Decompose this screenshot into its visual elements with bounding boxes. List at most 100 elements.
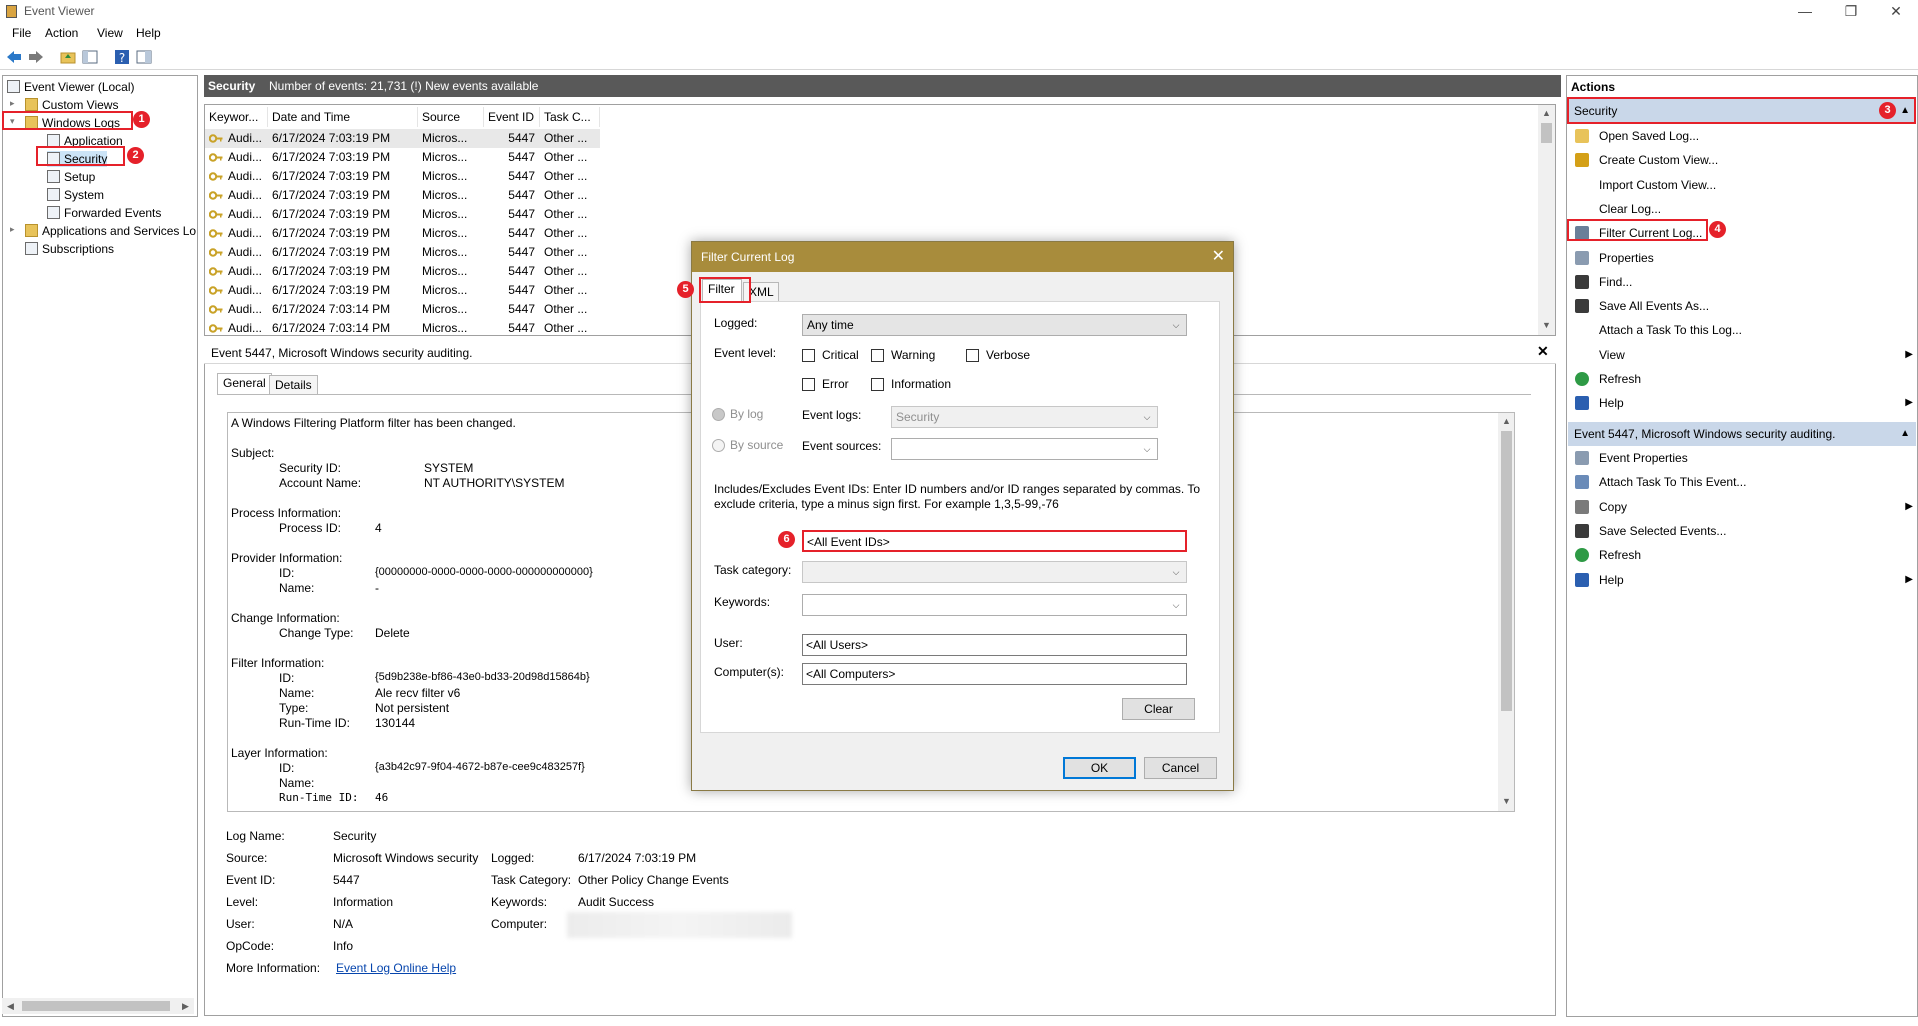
column-source[interactable]: Source: [418, 107, 484, 127]
error-checkbox[interactable]: [802, 378, 815, 391]
table-row[interactable]: Audi... 6/17/2024 7:03:19 PM Micros... 5447…: [205, 243, 600, 262]
cell-keywords: Audi...: [228, 207, 263, 221]
dialog-close-icon[interactable]: ✕: [1212, 242, 1225, 272]
cancel-button[interactable]: Cancel: [1144, 757, 1217, 779]
grid-vertical-scrollbar[interactable]: ▲ ▼: [1538, 105, 1555, 335]
cell-keywords: Audi...: [228, 264, 263, 278]
table-row[interactable]: Audi... 6/17/2024 7:03:19 PM Micros... 5447…: [205, 148, 600, 167]
table-row[interactable]: Audi... 6/17/2024 7:03:19 PM Micros... 5447…: [205, 167, 600, 186]
column-event-id[interactable]: Event ID: [484, 107, 540, 127]
forward-arrow-icon[interactable]: [28, 49, 44, 65]
critical-checkbox[interactable]: [802, 349, 815, 362]
tree-horizontal-scrollbar[interactable]: ◀ ▶: [2, 998, 194, 1014]
table-row[interactable]: Audi... 6/17/2024 7:03:14 PM Micros... 5447…: [205, 319, 600, 335]
tree-subscriptions[interactable]: Subscriptions: [25, 241, 114, 257]
clear-button[interactable]: Clear: [1122, 698, 1195, 720]
computers-input[interactable]: <All Computers>: [802, 663, 1187, 685]
action-open-saved-log[interactable]: Open Saved Log...: [1567, 126, 1917, 146]
action-import-custom-view[interactable]: Import Custom View...: [1567, 175, 1917, 195]
event-sources-dropdown[interactable]: ⌵: [891, 438, 1158, 460]
table-row[interactable]: Audi... 6/17/2024 7:03:19 PM Micros... 5447…: [205, 224, 600, 243]
action-event-properties[interactable]: Event Properties: [1567, 448, 1917, 468]
menu-action[interactable]: Action: [45, 26, 78, 40]
verbose-checkbox[interactable]: [966, 349, 979, 362]
menu-view[interactable]: View: [97, 26, 123, 40]
cell-date-time: 6/17/2024 7:03:19 PM: [272, 283, 391, 297]
table-row[interactable]: Audi... 6/17/2024 7:03:19 PM Micros... 5447…: [205, 186, 600, 205]
scroll-left-icon[interactable]: ◀: [2, 998, 19, 1015]
event-log-online-help-link[interactable]: Event Log Online Help: [336, 961, 456, 975]
cell-task-category: Other ...: [544, 207, 588, 221]
action-view[interactable]: View ▶: [1567, 345, 1917, 365]
save-icon: [1575, 299, 1589, 314]
action-save-selected-events[interactable]: Save Selected Events...: [1567, 521, 1917, 541]
logged-dropdown[interactable]: Any time ⌵: [802, 314, 1187, 336]
up-folder-icon[interactable]: [60, 49, 76, 65]
actions-group-event[interactable]: Event 5447, Microsoft Windows security a…: [1568, 422, 1916, 446]
table-row[interactable]: Audi... 6/17/2024 7:03:19 PM Micros... 5447…: [205, 205, 600, 224]
scroll-right-icon[interactable]: ▶: [177, 998, 194, 1015]
menu-file[interactable]: File: [12, 26, 31, 40]
cell-keywords: Audi...: [228, 188, 263, 202]
back-arrow-icon[interactable]: [6, 49, 22, 65]
scrollbar-thumb[interactable]: [1541, 123, 1552, 143]
by-log-radio[interactable]: [712, 408, 725, 421]
action-refresh[interactable]: Refresh: [1567, 545, 1917, 565]
tab-general[interactable]: General: [217, 373, 272, 395]
event-logs-dropdown[interactable]: Security ⌵: [891, 406, 1158, 428]
task-category-dropdown[interactable]: ⌵: [802, 561, 1187, 583]
user-input[interactable]: <All Users>: [802, 634, 1187, 656]
description-scrollbar[interactable]: ▲ ▼: [1498, 413, 1514, 811]
ok-button[interactable]: OK: [1063, 757, 1136, 779]
scroll-down-icon[interactable]: ▼: [1538, 317, 1555, 334]
action-help[interactable]: Help ▶: [1567, 570, 1917, 590]
scroll-down-icon[interactable]: ▼: [1498, 793, 1514, 810]
close-detail-icon[interactable]: ✕: [1537, 343, 1549, 360]
event-ids-input[interactable]: <All Event IDs>: [802, 530, 1187, 552]
action-save-all-events-as[interactable]: Save All Events As...: [1567, 296, 1917, 316]
action-refresh[interactable]: Refresh: [1567, 369, 1917, 389]
information-checkbox[interactable]: [871, 378, 884, 391]
scroll-up-icon[interactable]: ▲: [1538, 105, 1555, 122]
tree-forwarded-events[interactable]: Forwarded Events: [47, 205, 161, 221]
action-attach-task-to-this-event[interactable]: Attach Task To This Event...: [1567, 472, 1917, 492]
expand-chevron-icon[interactable]: ▸: [10, 224, 15, 235]
tree-system[interactable]: System: [47, 187, 104, 203]
tree-label: Applications and Services Lo: [42, 224, 197, 238]
action-help[interactable]: Help ▶: [1567, 393, 1917, 413]
collapse-up-icon[interactable]: ▲: [1900, 422, 1910, 446]
column-task-category[interactable]: Task C...: [540, 107, 600, 127]
restore-button[interactable]: ❐: [1841, 2, 1861, 20]
tree-setup[interactable]: Setup: [47, 169, 95, 185]
scrollbar-thumb[interactable]: [22, 1001, 170, 1011]
action-attach-a-task-to-this-log[interactable]: Attach a Task To this Log...: [1567, 320, 1917, 340]
scrollbar-thumb[interactable]: [1501, 431, 1512, 711]
table-row[interactable]: Audi... 6/17/2024 7:03:19 PM Micros... 5447…: [205, 129, 600, 148]
tree-applications-services[interactable]: Applications and Services Lo: [25, 223, 196, 239]
tab-details[interactable]: Details: [269, 375, 318, 395]
table-row[interactable]: Audi... 6/17/2024 7:03:19 PM Micros... 5447…: [205, 281, 600, 300]
table-row[interactable]: Audi... 6/17/2024 7:03:19 PM Micros... 5447…: [205, 262, 600, 281]
minimize-button[interactable]: —: [1795, 2, 1815, 20]
column-date-time[interactable]: Date and Time: [268, 107, 418, 127]
scroll-up-icon[interactable]: ▲: [1498, 413, 1514, 430]
help-icon[interactable]: ?: [114, 49, 130, 65]
action-clear-log[interactable]: Clear Log...: [1567, 199, 1917, 219]
action-create-custom-view[interactable]: Create Custom View...: [1567, 150, 1917, 170]
action-properties[interactable]: Properties: [1567, 248, 1917, 268]
show-hide-action-pane-icon[interactable]: [136, 49, 152, 65]
column-keywords[interactable]: Keywor...: [205, 107, 268, 127]
chevron-down-icon: ⌵: [1172, 320, 1180, 330]
action-copy[interactable]: Copy ▶: [1567, 497, 1917, 517]
tree-event-viewer-local[interactable]: Event Viewer (Local): [7, 79, 135, 95]
keywords-dropdown[interactable]: ⌵: [802, 594, 1187, 616]
warning-checkbox[interactable]: [871, 349, 884, 362]
close-window-button[interactable]: ✕: [1886, 2, 1906, 20]
table-row[interactable]: Audi... 6/17/2024 7:03:14 PM Micros... 5447…: [205, 300, 600, 319]
verbose-label: Verbose: [986, 348, 1031, 362]
properties-pane-icon[interactable]: [82, 49, 98, 65]
action-find[interactable]: Find...: [1567, 272, 1917, 292]
by-source-radio[interactable]: [712, 439, 725, 452]
menu-help[interactable]: Help: [136, 26, 161, 40]
expand-chevron-icon[interactable]: ▸: [10, 98, 15, 109]
